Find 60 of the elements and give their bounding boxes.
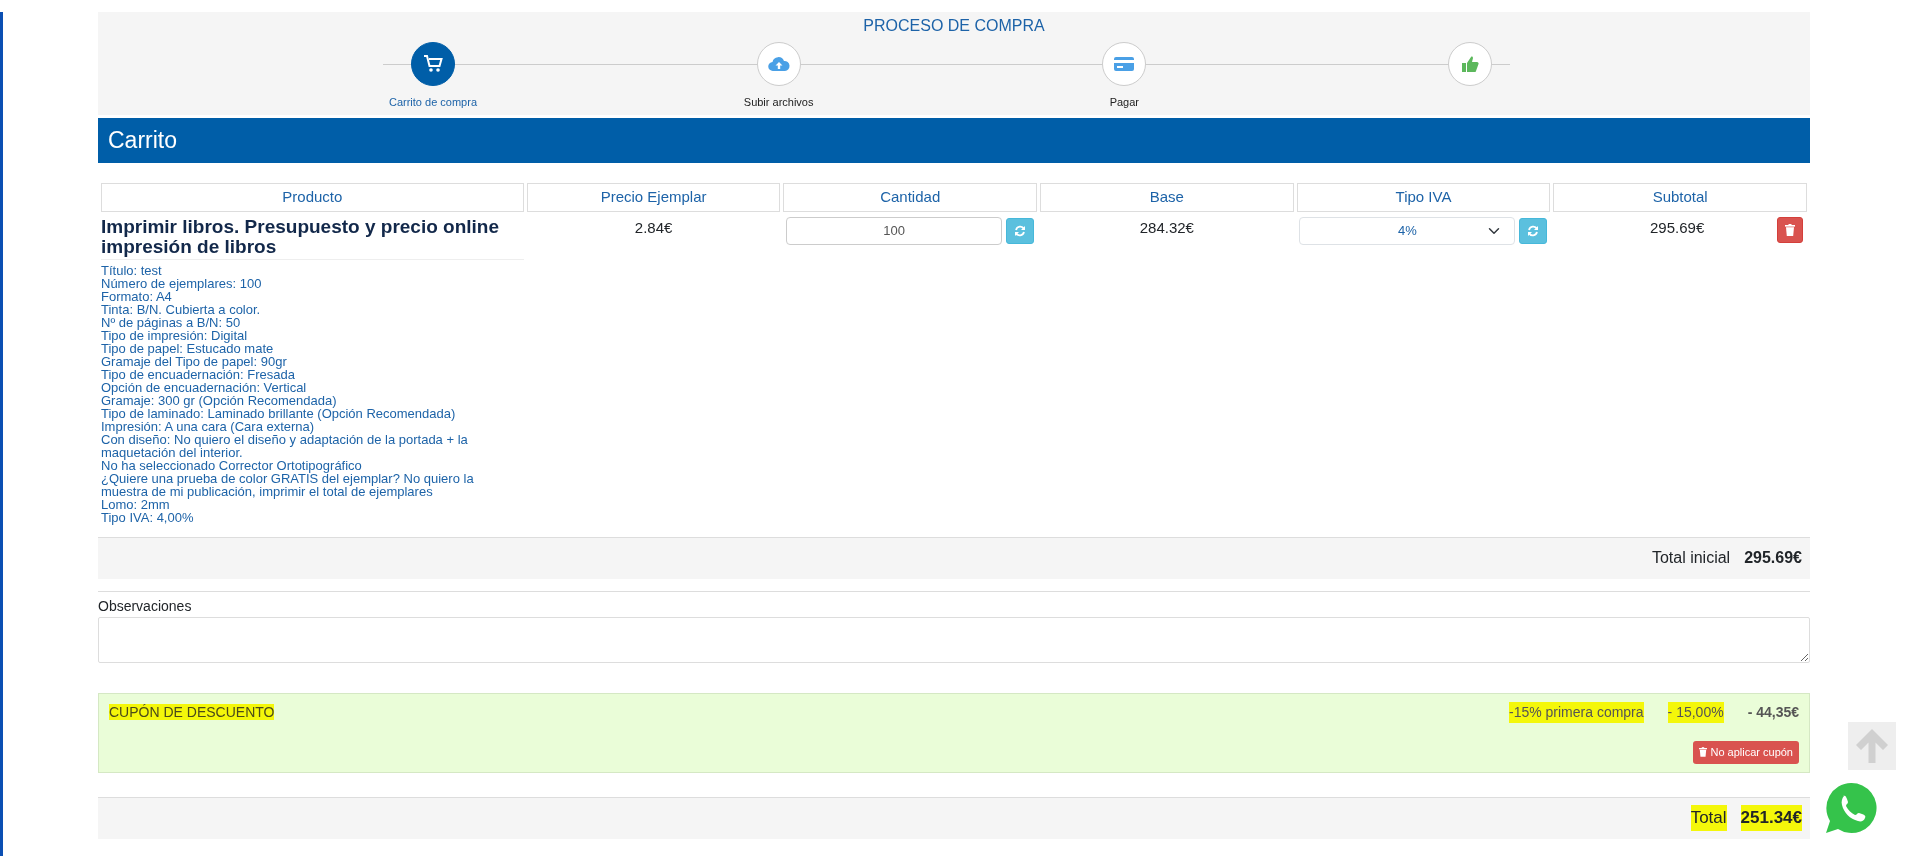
- product-detail: Formato: A4: [101, 289, 172, 303]
- product-detail: Tipo de laminado: Laminado brillante (Opción Recomendada): [101, 406, 457, 420]
- delete-button[interactable]: [1777, 216, 1803, 243]
- progress-title: PROCESO DE COMPRA: [862, 16, 1046, 36]
- trash-icon: [1785, 223, 1795, 236]
- product-detail: Tinta: B/N. Cubierta a color.: [101, 302, 262, 316]
- product-detail: Nº de páginas a B/N: 50: [101, 315, 242, 329]
- column-header: Producto: [101, 183, 524, 212]
- product-detail: Tipo de encuadernación: Fresada: [101, 367, 296, 381]
- quantity-field[interactable]: 100: [786, 216, 1003, 245]
- base-amount: 284.32€: [1139, 218, 1194, 236]
- column-header: Cantidad: [783, 183, 1038, 212]
- refresh-button[interactable]: [1006, 218, 1035, 245]
- trash-icon: [1699, 747, 1708, 758]
- product-detail: No ha seleccionado Corrector Ortotipográfico: [101, 458, 363, 472]
- product-detail: Tipo de impresión: Digital: [101, 328, 249, 342]
- product-detail: Número de ejemplares: 100: [101, 276, 263, 290]
- subtotal: 295.69€: [1649, 217, 1705, 238]
- product-detail: Tipo IVA: 4,00%: [101, 510, 195, 524]
- step-label: Subir archivos: [743, 95, 814, 110]
- column-header: Subtotal: [1553, 183, 1807, 212]
- coupon-percent: - 15,00%: [1667, 701, 1724, 723]
- section-title: Carrito: [98, 118, 1810, 163]
- cloud-upload-icon: [767, 56, 790, 72]
- coupon-name: -15% primera compra: [1508, 701, 1644, 723]
- cart-icon: [423, 55, 443, 73]
- refresh-button[interactable]: [1519, 217, 1548, 244]
- total-value: 251.34€: [1740, 805, 1802, 831]
- product-detail: Tipo de papel: Estucado mate: [101, 341, 275, 355]
- observations-label: Observaciones: [98, 596, 193, 616]
- coupon-amount: - 44,35€: [1747, 702, 1799, 722]
- product-detail: Título: test: [101, 263, 163, 277]
- scroll-top-button[interactable]: [1848, 722, 1896, 770]
- step-circle[interactable]: [411, 42, 455, 86]
- column-header: Precio Ejemplar: [526, 183, 781, 212]
- product-detail: Lomo: 2mm: [101, 497, 171, 511]
- coupon-title: CUPÓN DE DESCUENTO: [109, 703, 275, 720]
- remove-coupon-button[interactable]: No aplicar cupón: [1693, 741, 1799, 764]
- unit-price: 2.84€: [634, 218, 673, 236]
- observations-field[interactable]: [98, 616, 1810, 663]
- vat-select[interactable]: 4%: [1299, 216, 1516, 245]
- chat-icon[interactable]: [1823, 780, 1879, 836]
- step-label: Pagar: [1109, 95, 1139, 110]
- product-detail: Impresión: A una cara (Cara externa): [101, 419, 315, 433]
- thumbs-up-icon: [1460, 55, 1479, 73]
- product-detail: Gramaje del Tipo de papel: 90gr: [101, 354, 287, 368]
- column-header: Tipo IVA: [1296, 183, 1551, 212]
- product-detail: Con diseño: No quiero el diseño y adaptación de la portada + la maquetación del interior.: [101, 432, 469, 459]
- product-title: Imprimir libros. Presupuesto y precio online impresión de libros: [101, 216, 524, 260]
- refresh-icon: [1527, 224, 1540, 237]
- product-detail: ¿Quiere una prueba de color GRATIS del ejemplar? No quiero la muestra de mi publicación, imprimir el total de ejemplares: [101, 471, 475, 498]
- total-label: Total inicial: [1651, 548, 1731, 568]
- credit-card-icon: [1114, 56, 1135, 72]
- total-label: Total: [1690, 805, 1727, 831]
- total-value: 295.69€: [1744, 548, 1802, 568]
- product-detail: Opción de encuadernación: Vertical: [101, 380, 308, 394]
- step-label: Carrito de compra: [388, 95, 477, 110]
- column-header: Base: [1040, 183, 1294, 212]
- product-detail: Gramaje: 300 gr (Opción Recomendada): [101, 393, 337, 407]
- refresh-icon: [1014, 225, 1027, 238]
